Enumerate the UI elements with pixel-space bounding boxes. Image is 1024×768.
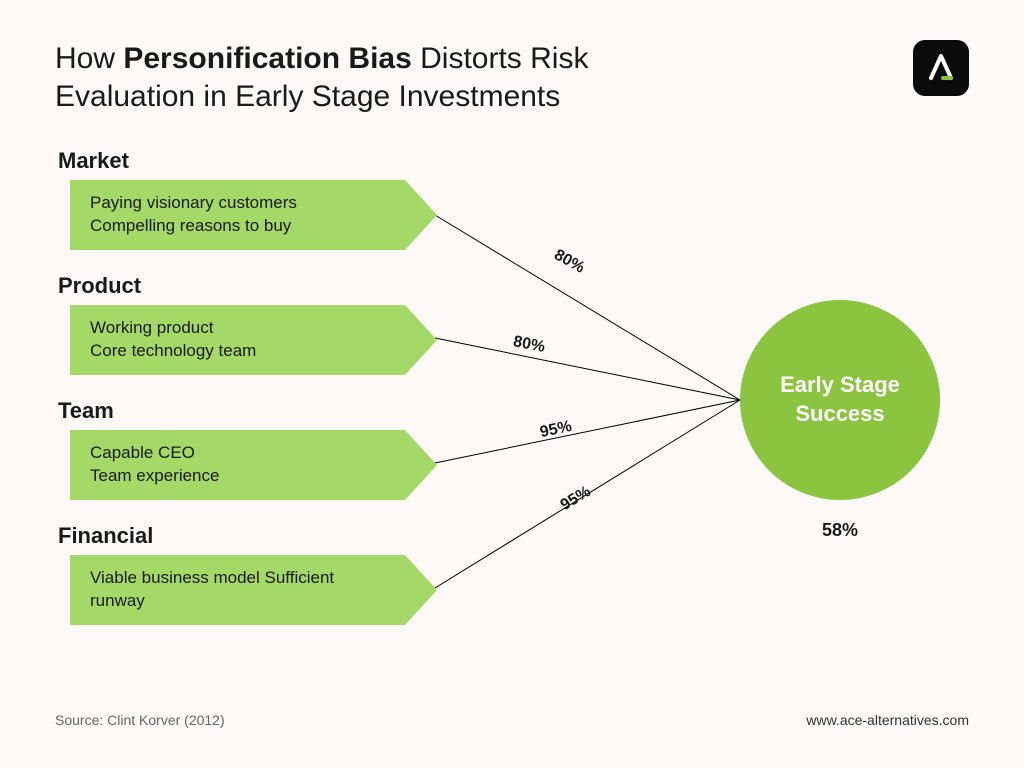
factor-product-line2: Core technology team <box>90 340 385 363</box>
factor-box-team: Capable CEO Team experience <box>70 430 405 500</box>
factor-team-line2: Team experience <box>90 465 385 488</box>
factor-market-line2: Compelling reasons to buy <box>90 215 385 238</box>
weight-team: 95% <box>538 418 573 442</box>
result-label: Early Stage Success <box>740 371 940 428</box>
category-label-financial: Financial <box>58 523 153 549</box>
weight-product: 80% <box>512 333 547 357</box>
factor-box-market: Paying visionary customers Compelling re… <box>70 180 405 250</box>
arrow-tip-financial <box>405 555 437 625</box>
category-label-team: Team <box>58 398 114 424</box>
title-bold: Personification Bias <box>123 42 411 75</box>
factor-box-product: Working product Core technology team <box>70 305 405 375</box>
factor-financial-line1: Viable business model Sufficient runway <box>90 567 370 613</box>
factor-box-financial: Viable business model Sufficient runway <box>70 555 405 625</box>
weight-market: 80% <box>551 246 588 277</box>
arrow-tip-market <box>405 180 437 250</box>
result-value: 58% <box>822 520 858 541</box>
factor-team-line1: Capable CEO <box>90 442 385 465</box>
factor-market-line1: Paying visionary customers <box>90 192 385 215</box>
result-circle: Early Stage Success <box>740 300 940 500</box>
logo-icon <box>923 50 959 86</box>
weight-financial: 95% <box>558 483 595 515</box>
arrow-tip-team <box>405 430 437 500</box>
category-label-market: Market <box>58 148 129 174</box>
category-label-product: Product <box>58 273 141 299</box>
brand-logo <box>913 40 969 96</box>
title-pre: How <box>55 42 123 75</box>
factor-product-line1: Working product <box>90 317 385 340</box>
source-text: Source: Clint Korver (2012) <box>55 712 225 728</box>
footer-url: www.ace-alternatives.com <box>806 712 969 728</box>
arrow-tip-product <box>405 305 437 375</box>
page-title: How Personification Bias Distorts Risk E… <box>55 40 675 115</box>
